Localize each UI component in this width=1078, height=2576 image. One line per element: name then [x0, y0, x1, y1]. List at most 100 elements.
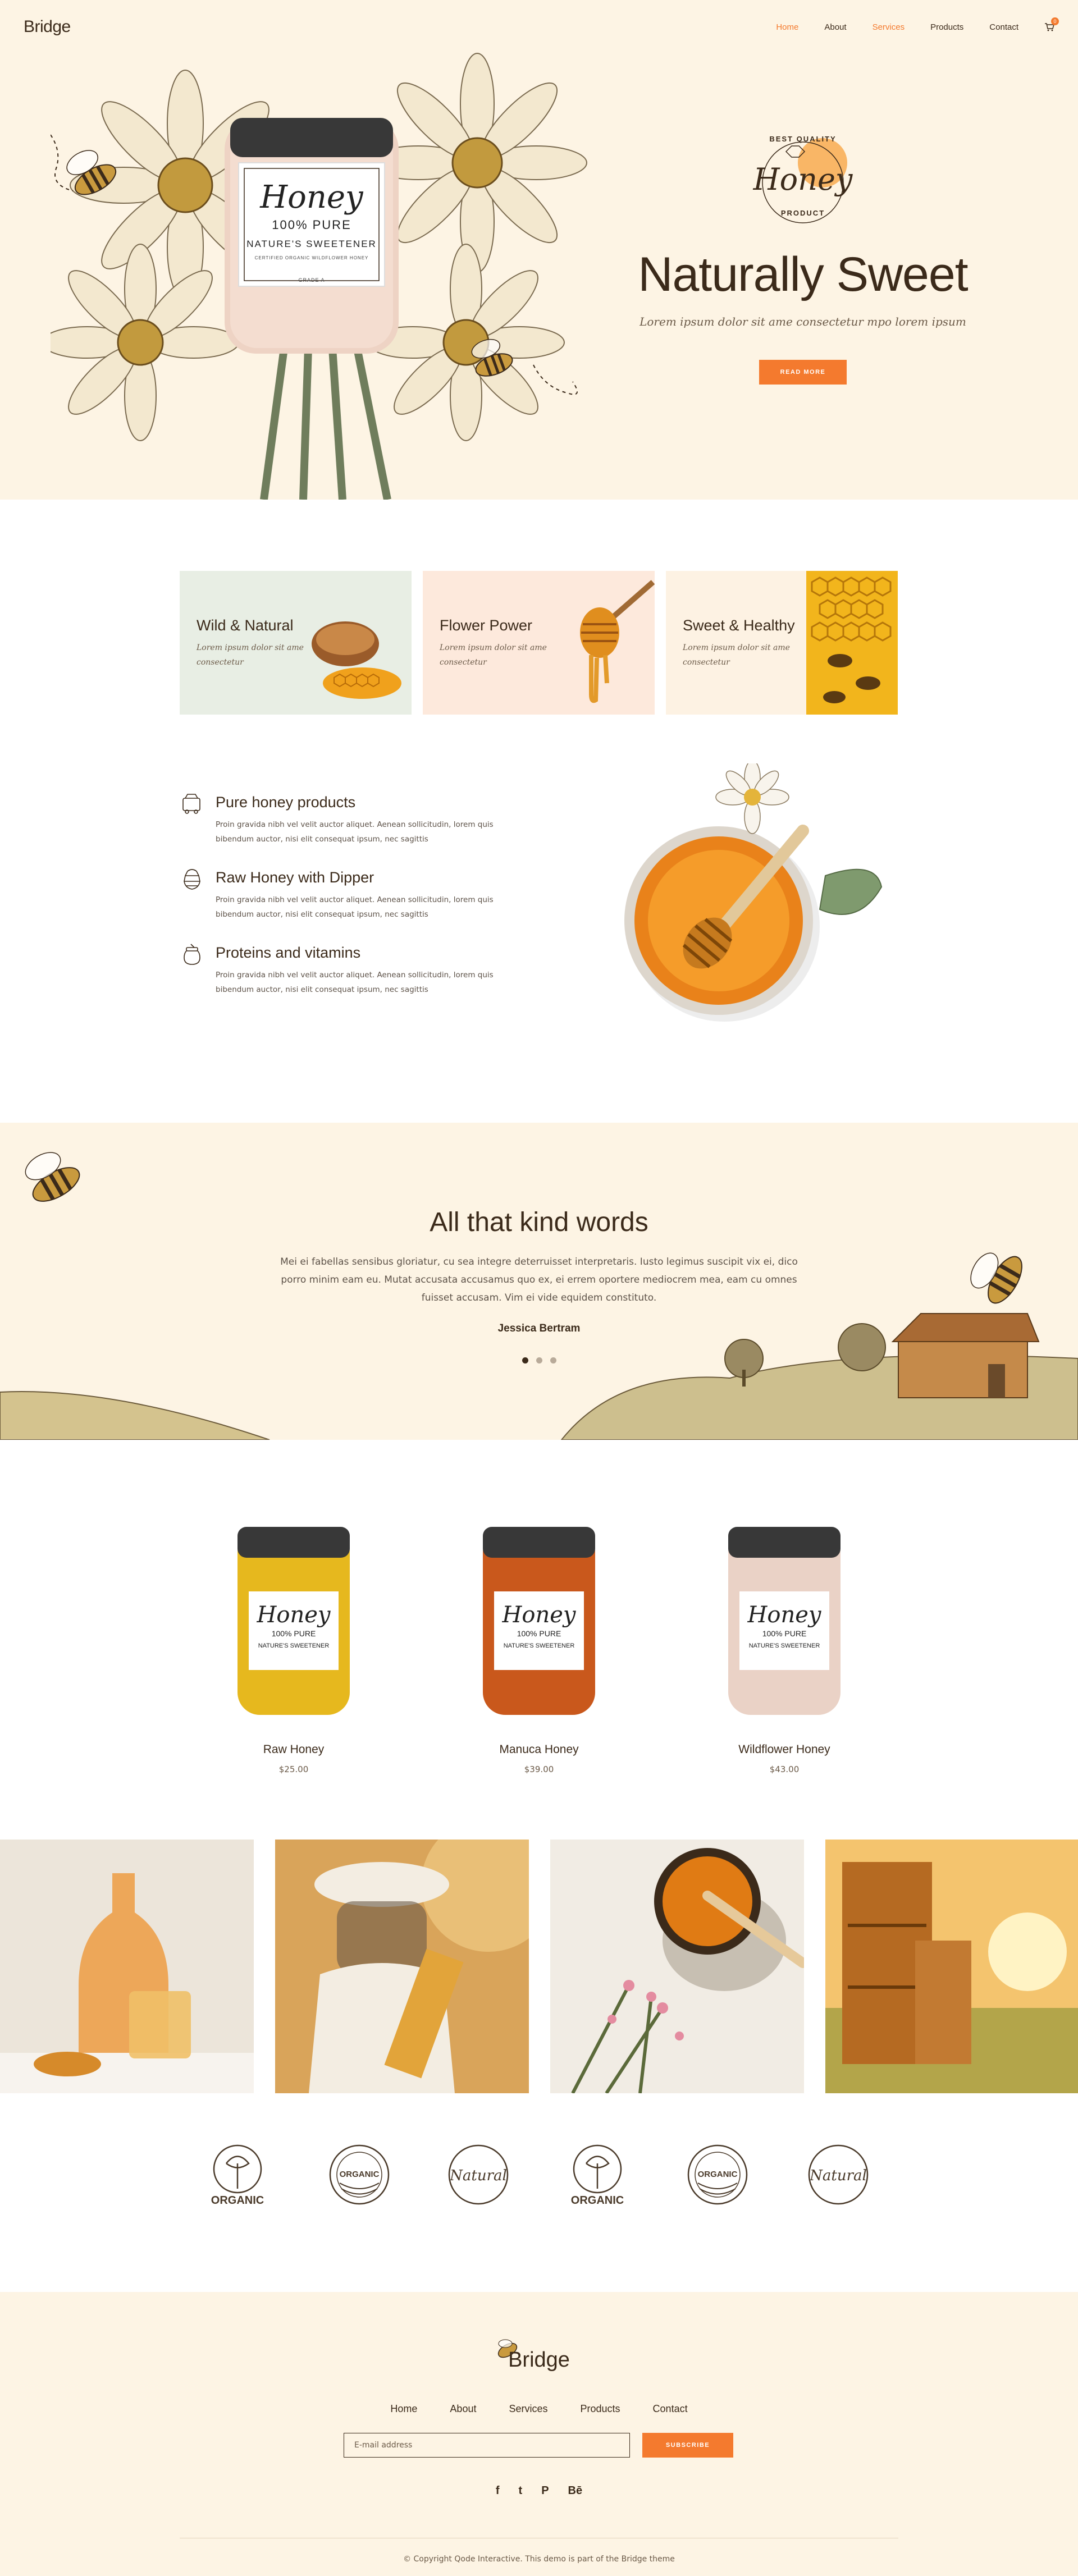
brand-label: ORGANIC	[698, 2170, 738, 2179]
organic-tree-logo: ORGANIC	[564, 2141, 631, 2208]
brand-label: Natural	[449, 2167, 507, 2184]
honey-info-section: Pure honey products Proin gravida nibh v…	[0, 763, 1078, 1123]
email-field[interactable]	[344, 2433, 630, 2458]
footer-nav-home[interactable]: Home	[390, 2403, 417, 2415]
natural-script-logo: Natural	[445, 2141, 512, 2208]
info-item-title: Pure honey products	[216, 794, 356, 811]
organic-tree-logo: ORGANIC	[204, 2141, 271, 2208]
site-logo[interactable]: Bridge	[24, 17, 71, 36]
info-item-title: Proteins and vitamins	[216, 944, 361, 961]
footer-nav-contact[interactable]: Contact	[653, 2403, 688, 2415]
product-name[interactable]: Wildflower Honey	[695, 1743, 874, 1756]
social-links: f t P Bē	[0, 2485, 1078, 2497]
testimonial-pagination	[0, 1357, 1078, 1364]
gallery-image-tea[interactable]	[0, 1840, 254, 2093]
gallery-image-hives[interactable]	[825, 1840, 1078, 2093]
product-price: $25.00	[278, 1764, 309, 1774]
hero-jar-line4: GRADE A	[298, 277, 325, 283]
product-jar-brand: Honey	[257, 1602, 331, 1628]
nav-products[interactable]: Products	[930, 22, 963, 32]
product-jar-line2: NATURE'S SWEETENER	[504, 1642, 575, 1649]
product-jar-image: Honey 100% PURE NATURE'S SWEETENER	[483, 1527, 595, 1715]
product-price: $43.00	[769, 1764, 800, 1774]
features-section: Wild & Natural Lorem ipsum dolor sit ame…	[0, 500, 1078, 763]
hero-content: BEST QUALITY Honey PRODUCT Naturally Swe…	[618, 129, 988, 385]
brand-label: ORGANIC	[211, 2194, 264, 2207]
brand-label: Natural	[809, 2167, 867, 2184]
feature-card-sweet[interactable]: Sweet & Healthy Lorem ipsum dolor sit am…	[666, 571, 898, 715]
product-jar-line1: 100% PURE	[762, 1629, 807, 1638]
gallery-image-honey-bowl[interactable]	[550, 1840, 804, 2093]
best-quality-badge: BEST QUALITY Honey PRODUCT	[738, 129, 867, 230]
feature-card-text: Lorem ipsum dolor sit ame consectetur	[440, 643, 547, 667]
organic-stamp-logo: ORGANIC	[326, 2141, 393, 2208]
product-jar-brand: Honey	[502, 1602, 577, 1628]
feature-card-text: Lorem ipsum dolor sit ame consectetur	[683, 643, 790, 667]
products-section: Honey 100% PURE NATURE'S SWEETENER Raw H…	[0, 1440, 1078, 1840]
badge-top-text: BEST QUALITY	[769, 135, 837, 143]
brand-label: ORGANIC	[340, 2170, 380, 2179]
footer-nav-about[interactable]: About	[450, 2403, 476, 2415]
testimonial-author: Jessica Bertram	[497, 1323, 581, 1334]
nav-home[interactable]: Home	[776, 22, 798, 32]
hero-illustration: Honey 100% PURE NATURE'S SWEETENER CERTI…	[42, 51, 612, 500]
product-name[interactable]: Manuca Honey	[449, 1743, 629, 1756]
hero-jar-brand: Honey	[259, 179, 364, 216]
hero-jar-line3: CERTIFIED ORGANIC WILDFLOWER HONEY	[255, 255, 369, 260]
slider-dot[interactable]	[522, 1357, 528, 1364]
testimonial-title: All that kind words	[430, 1207, 648, 1237]
feature-card-title: Sweet & Healthy	[683, 617, 795, 634]
brand-logos-section: ORGANIC ORGANIC Natural ORGANIC ORGANIC …	[0, 2093, 1078, 2292]
facebook-icon[interactable]: f	[496, 2485, 500, 2497]
subscribe-button[interactable]: SUBSCRIBE	[642, 2433, 733, 2458]
info-item-text: Proin gravida nibh vel velit auctor aliq…	[216, 895, 494, 919]
product-jar-image: Honey 100% PURE NATURE'S SWEETENER	[237, 1527, 350, 1715]
bee-icon	[970, 1252, 1022, 1304]
nav-services[interactable]: Services	[873, 22, 905, 32]
badge-middle-text: Honey	[753, 162, 853, 197]
newsletter-form: SUBSCRIBE	[344, 2433, 733, 2458]
footer-nav-services[interactable]: Services	[509, 2403, 547, 2415]
testimonial-section: All that kind words Mei ei fabellas sens…	[0, 1123, 1078, 1440]
testimonial-text: Mei ei fabellas sensibus gloriatur, cu s…	[280, 1256, 798, 1303]
twitter-icon[interactable]: t	[519, 2485, 523, 2497]
product-card-wildflower[interactable]: Honey 100% PURE NATURE'S SWEETENER Wildf…	[695, 1524, 874, 1774]
product-jar-line2: NATURE'S SWEETENER	[749, 1642, 820, 1649]
hero-subtitle: Lorem ipsum dolor sit ame consectetur mp…	[640, 315, 966, 328]
nav-contact[interactable]: Contact	[989, 22, 1018, 32]
slider-dot[interactable]	[536, 1357, 542, 1364]
hero-jar-line2: NATURE'S SWEETENER	[246, 239, 377, 249]
behance-icon[interactable]: Bē	[568, 2485, 583, 2497]
product-jar-image: Honey 100% PURE NATURE'S SWEETENER	[728, 1527, 841, 1715]
site-header: Bridge Home About Services Products Cont…	[0, 0, 1078, 54]
honey-truck-icon	[180, 791, 204, 816]
footer-logo[interactable]: Bridge	[0, 2348, 1078, 2372]
honey-jar-icon	[180, 942, 204, 967]
organic-stamp-logo: ORGANIC	[684, 2141, 751, 2208]
footer-nav: Home About Services Products Contact	[0, 2403, 1078, 2415]
natural-script-logo: Natural	[805, 2141, 872, 2208]
product-jar-line1: 100% PURE	[517, 1629, 561, 1638]
product-jar-brand: Honey	[747, 1602, 822, 1628]
product-card-raw[interactable]: Honey 100% PURE NATURE'S SWEETENER Raw H…	[204, 1524, 383, 1774]
product-name[interactable]: Raw Honey	[204, 1743, 383, 1756]
nav-about[interactable]: About	[824, 22, 846, 32]
info-item-text: Proin gravida nibh vel velit auctor aliq…	[216, 971, 494, 994]
feature-card-title: Wild & Natural	[197, 617, 294, 634]
hero-title: Naturally Sweet	[638, 248, 968, 301]
feature-card-text: Lorem ipsum dolor sit ame consectetur	[197, 643, 304, 667]
slider-dot[interactable]	[550, 1357, 556, 1364]
feature-card-flower[interactable]: Flower Power Lorem ipsum dolor sit ame c…	[423, 571, 655, 715]
honey-jar-dipper-image	[624, 763, 883, 1022]
feature-card-wild[interactable]: Wild & Natural Lorem ipsum dolor sit ame…	[180, 571, 412, 715]
product-jar-line1: 100% PURE	[272, 1629, 316, 1638]
gallery-image-beekeeper[interactable]	[275, 1840, 529, 2093]
pinterest-icon[interactable]: P	[541, 2485, 549, 2497]
honey-dipper-image	[580, 580, 655, 703]
product-card-manuca[interactable]: Honey 100% PURE NATURE'S SWEETENER Manuc…	[449, 1524, 629, 1774]
cart-icon[interactable]: 0	[1044, 17, 1059, 32]
beehive-icon	[180, 867, 204, 891]
read-more-button[interactable]: READ MORE	[759, 360, 847, 385]
footer-nav-products[interactable]: Products	[581, 2403, 620, 2415]
info-item-title: Raw Honey with Dipper	[216, 869, 374, 886]
